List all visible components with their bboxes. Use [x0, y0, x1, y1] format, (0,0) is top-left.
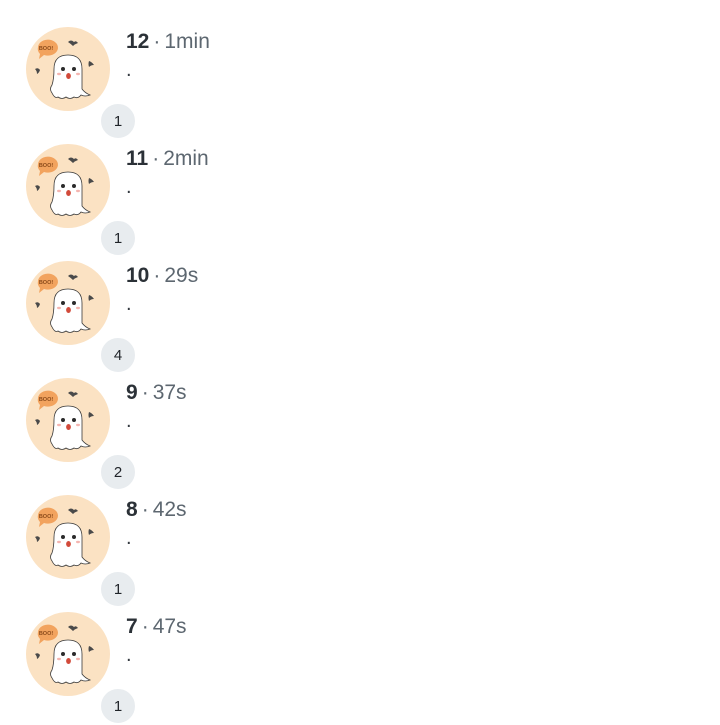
- separator: ·: [141, 615, 149, 638]
- post-text: .: [126, 293, 132, 315]
- list-item: BOO! 1 7 · 47s .: [0, 585, 720, 725]
- avatar[interactable]: BOO! 1: [26, 495, 137, 608]
- avatar[interactable]: BOO! 2: [26, 378, 137, 491]
- ghost-boo-icon: BOO!: [35, 390, 94, 450]
- post-time: 29s: [164, 264, 199, 287]
- list-item: BOO! 1 12 · 1min .: [0, 0, 720, 140]
- post-time: 37s: [152, 381, 187, 404]
- list-item: BOO! 1 11 · 2min .: [0, 117, 720, 257]
- boo-text: BOO!: [39, 46, 54, 52]
- post-header: 10 · 29s: [126, 263, 198, 289]
- list-item: BOO! 4 10 · 29s .: [0, 234, 720, 374]
- post-number[interactable]: 12: [126, 30, 149, 53]
- post-number[interactable]: 9: [126, 381, 138, 404]
- post-number[interactable]: 8: [126, 498, 138, 521]
- ghost-boo-icon: BOO!: [35, 156, 94, 216]
- boo-text: BOO!: [39, 280, 54, 286]
- boo-text: BOO!: [39, 514, 54, 520]
- list-item: BOO! 2 9 · 37s .: [0, 351, 720, 491]
- avatar[interactable]: BOO! 4: [26, 261, 137, 374]
- list-item: BOO! 1 8 · 42s .: [0, 468, 720, 608]
- post-header: 9 · 37s: [126, 380, 187, 406]
- separator: ·: [141, 381, 149, 404]
- post-header: 8 · 42s: [126, 497, 187, 523]
- boo-text: BOO!: [39, 631, 54, 637]
- post-time: 47s: [152, 615, 187, 638]
- post-time: 1min: [164, 30, 210, 53]
- ghost-boo-icon: BOO!: [35, 273, 94, 333]
- post-header: 11 · 2min: [126, 146, 209, 172]
- boo-text: BOO!: [39, 163, 54, 169]
- post-text: .: [126, 527, 132, 549]
- post-text: .: [126, 410, 132, 432]
- separator: ·: [153, 30, 161, 53]
- reply-count-badge: 1: [99, 687, 137, 725]
- avatar[interactable]: BOO! 1: [26, 27, 137, 140]
- ghost-boo-icon: BOO!: [35, 624, 94, 684]
- separator: ·: [141, 498, 149, 521]
- post-text: .: [126, 644, 132, 666]
- ghost-boo-icon: BOO!: [35, 39, 94, 99]
- separator: ·: [153, 264, 161, 287]
- post-number[interactable]: 7: [126, 615, 138, 638]
- ghost-boo-icon: BOO!: [35, 507, 94, 567]
- post-text: .: [126, 59, 132, 81]
- post-text: .: [126, 176, 132, 198]
- boo-text: BOO!: [39, 397, 54, 403]
- post-time: 42s: [152, 498, 187, 521]
- post-number[interactable]: 10: [126, 264, 149, 287]
- separator: ·: [152, 147, 160, 170]
- post-header: 12 · 1min: [126, 29, 210, 55]
- post-header: 7 · 47s: [126, 614, 187, 640]
- post-number[interactable]: 11: [126, 147, 148, 170]
- post-time: 2min: [163, 147, 209, 170]
- avatar[interactable]: BOO! 1: [26, 144, 137, 257]
- avatar[interactable]: BOO! 1: [26, 612, 137, 725]
